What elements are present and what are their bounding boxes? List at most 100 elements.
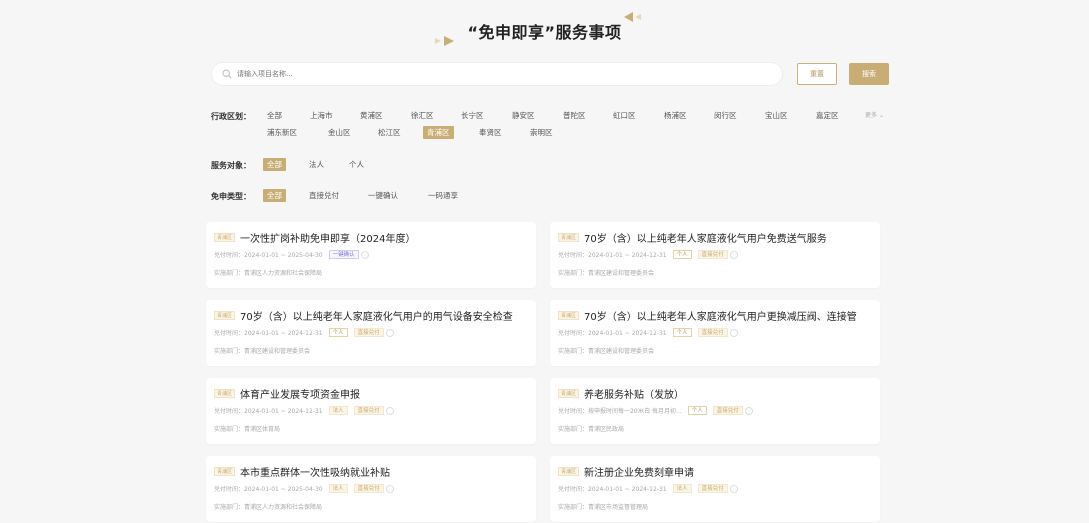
card-head: 青浦区 体育产业发展专项资金申报 [214,386,360,401]
reset-button[interactable]: 重置 [797,63,837,85]
target-chip-all[interactable]: 全部 [263,158,286,171]
target-badge: 个人 [672,250,692,259]
type-badge: 直接兑付 [712,406,743,415]
region-chip-fengxian[interactable]: 奉贤区 [475,126,506,139]
type-filter-label: 免申类型： [211,192,251,201]
region-chip-minhang[interactable]: 闵行区 [710,109,741,122]
help-icon[interactable] [729,484,738,493]
help-icon[interactable] [744,406,753,415]
type-filter: 免申类型： 全部 直接兑付 一键确认 一码通享 [211,189,611,205]
region-chip-jinshan[interactable]: 金山区 [324,126,355,139]
service-card[interactable]: 青浦区 体育产业发展专项资金申报 兑付时间：2024-01-01 ~ 2024-… [206,378,536,444]
region-chip-all[interactable]: 全部 [263,109,286,122]
service-card[interactable]: 青浦区 养老服务补贴（发放） 兑付时间：按申报时间每一20Ж白 每月月初... … [550,378,880,444]
search-input[interactable] [237,70,537,78]
card-head: 青浦区 一次性扩岗补助免申即享（2024年度） [214,230,415,245]
type-badge: 直接兑付 [697,328,728,337]
service-card[interactable]: 青浦区 本市重点群体一次性吸纳就业补贴 兑付时间：2024-01-01 ~ 20… [206,456,536,522]
search-row: 重置 搜索 [211,62,891,86]
region-chip-hongkou[interactable]: 虹口区 [609,109,640,122]
district-tag: 青浦区 [558,389,580,398]
type-badge: 直接兑付 [353,406,384,415]
target-badge: 个人 [687,406,707,415]
region-chip-xuhui[interactable]: 徐汇区 [407,109,438,122]
card-dept: 实施部门：青浦区建设和管理委员会 [214,348,311,355]
type-badge: 直接兑付 [353,484,384,493]
card-time-line: 兑付时间：2024-01-01 ~ 2025-04-30 法人 直接兑付 [214,484,394,493]
card-head: 青浦区 本市重点群体一次性吸纳就业补贴 [214,464,390,479]
type-chip-all[interactable]: 全部 [263,189,286,202]
card-time: 兑付时间：2024-01-01 ~ 2024-12-31 [558,252,667,259]
region-chip-shanghai[interactable]: 上海市 [306,109,337,122]
service-card[interactable]: 青浦区 70岁（含）以上纯老年人家庭液化气用户更换减压阀、连接管 兑付时间：20… [550,300,880,366]
target-badge: 个人 [328,328,348,337]
card-title[interactable]: 养老服务补贴（发放） [584,386,684,401]
target-chip-legal[interactable]: 法人 [305,158,328,171]
card-dept: 实施部门：青浦区建设和管理委员会 [558,348,655,355]
type-chip-one-click[interactable]: 一键确认 [364,189,402,202]
card-title[interactable]: 一次性扩岗补助免申即享（2024年度） [240,230,415,245]
district-tag: 青浦区 [558,311,580,320]
card-head: 青浦区 70岁（含）以上纯老年人家庭液化气用户免费送气服务 [558,230,827,245]
region-chip-pudong[interactable]: 浦东新区 [263,126,301,139]
target-filter-label: 服务对象： [211,161,251,170]
service-card[interactable]: 青浦区 70岁（含）以上纯老年人家庭液化气用户免费送气服务 兑付时间：2024-… [550,222,880,288]
card-title[interactable]: 70岁（含）以上纯老年人家庭液化气用户更换减压阀、连接管 [584,308,857,323]
help-icon[interactable] [729,250,738,259]
card-time-line: 兑付时间：2024-01-01 ~ 2024-12-31 个人 直接兑付 [214,328,394,337]
service-card[interactable]: 青浦区 70岁（含）以上纯老年人家庭液化气用户的用气设备安全检查 兑付时间：20… [206,300,536,366]
search-button[interactable]: 搜索 [849,63,889,85]
district-tag: 青浦区 [558,467,580,476]
district-tag: 青浦区 [214,467,236,476]
card-head: 青浦区 养老服务补贴（发放） [558,386,684,401]
card-dept: 实施部门：青浦区人力资源和社会保障局 [214,270,323,277]
search-box[interactable] [211,62,783,86]
card-title[interactable]: 本市重点群体一次性吸纳就业补贴 [240,464,390,479]
help-icon[interactable] [385,328,394,337]
region-chip-jingan[interactable]: 静安区 [508,109,539,122]
target-badge: 法人 [328,484,348,493]
arrow-left-icon [623,12,641,22]
help-icon[interactable] [385,484,394,493]
region-more-toggle[interactable]: 更多 ⌄ [861,109,888,122]
help-icon[interactable] [360,250,369,259]
type-badge: 直接兑付 [697,250,728,259]
target-badge: 法人 [672,484,692,493]
card-head: 青浦区 70岁（含）以上纯老年人家庭液化气用户更换减压阀、连接管 [558,308,857,323]
card-title[interactable]: 70岁（含）以上纯老年人家庭液化气用户的用气设备安全检查 [240,308,513,323]
card-head: 青浦区 70岁（含）以上纯老年人家庭液化气用户的用气设备安全检查 [214,308,513,323]
service-card[interactable]: 青浦区 一次性扩岗补助免申即享（2024年度） 兑付时间：2024-01-01 … [206,222,536,288]
help-icon[interactable] [385,406,394,415]
region-chip-changning[interactable]: 长宁区 [457,109,488,122]
type-badge: 直接兑付 [697,484,728,493]
card-title[interactable]: 体育产业发展专项资金申报 [240,386,360,401]
card-dept: 实施部门：青浦区民政局 [558,426,625,433]
region-chip-baoshan[interactable]: 宝山区 [761,109,792,122]
region-chip-huangpu[interactable]: 黄浦区 [356,109,387,122]
district-tag: 青浦区 [214,233,236,242]
target-chip-personal[interactable]: 个人 [345,158,368,171]
search-icon [222,69,232,79]
card-title[interactable]: 新注册企业免费刻章申请 [584,464,694,479]
card-title[interactable]: 70岁（含）以上纯老年人家庭液化气用户免费送气服务 [584,230,827,245]
card-time-line: 兑付时间：2024-01-01 ~ 2024-12-31 法人 直接兑付 [558,484,738,493]
region-chip-qingpu[interactable]: 青浦区 [423,126,454,139]
district-tag: 青浦区 [214,389,236,398]
page-header: “免申即享”服务事项 [0,12,1089,48]
region-chip-jiading[interactable]: 嘉定区 [812,109,843,122]
card-time-line: 兑付时间：2024-01-01 ~ 2024-12-31 法人 直接兑付 [214,406,394,415]
region-chip-putuo[interactable]: 普陀区 [559,109,590,122]
type-chip-one-code[interactable]: 一码通享 [424,189,462,202]
card-dept: 实施部门：青浦区人力资源和社会保障局 [214,504,323,511]
card-dept: 实施部门：青浦区建设和管理委员会 [558,270,655,277]
card-time: 兑付时间：2024-01-01 ~ 2025-04-30 [214,486,323,493]
region-chip-songjiang[interactable]: 松江区 [374,126,405,139]
region-chip-yangpu[interactable]: 杨浦区 [660,109,691,122]
region-chip-chongming[interactable]: 崇明区 [526,126,557,139]
card-time-line: 兑付时间：按申报时间每一20Ж白 每月月初... 个人 直接兑付 [558,406,753,415]
help-icon[interactable] [729,328,738,337]
district-tag: 青浦区 [558,233,580,242]
service-card[interactable]: 青浦区 新注册企业免费刻章申请 兑付时间：2024-01-01 ~ 2024-1… [550,456,880,522]
card-time: 兑付时间：2024-01-01 ~ 2024-12-31 [214,408,323,415]
type-chip-direct-pay[interactable]: 直接兑付 [305,189,343,202]
